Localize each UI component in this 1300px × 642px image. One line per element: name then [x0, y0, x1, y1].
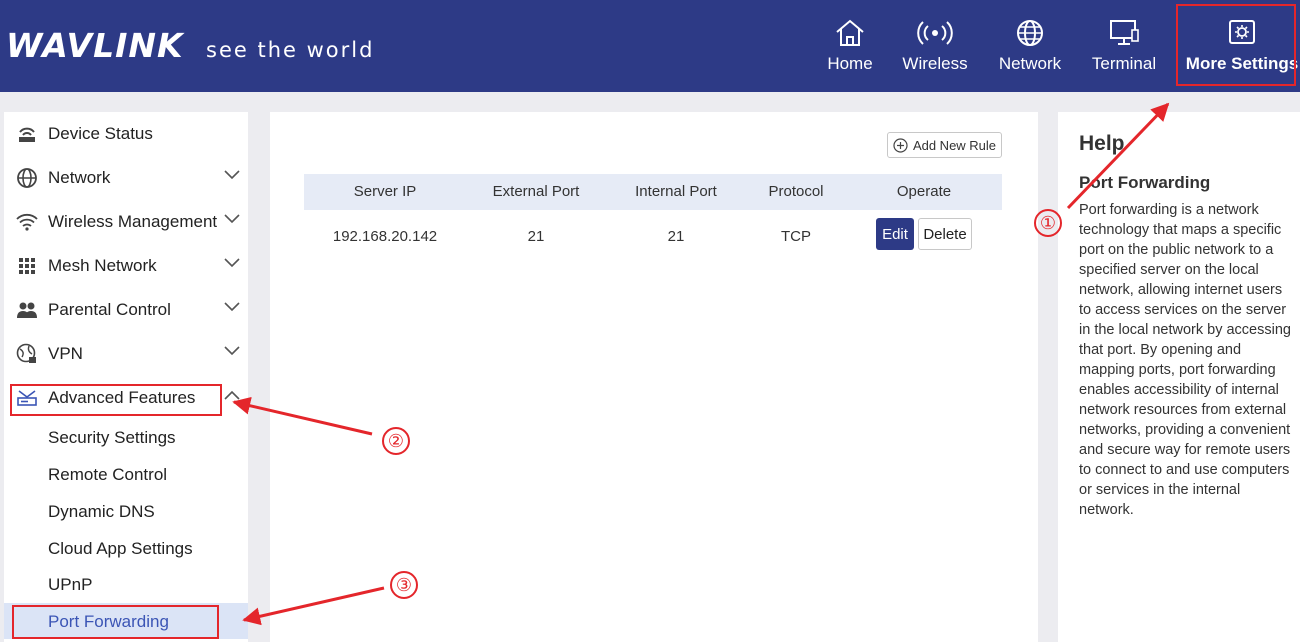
- cell-protocol: TCP: [781, 228, 811, 245]
- column-header-internal-port: Internal Port: [635, 183, 717, 200]
- chevron-down-icon: [224, 346, 240, 356]
- chevron-up-icon: [224, 390, 240, 400]
- top-header: WAVLINK see the world Home Wireless Netw…: [0, 0, 1300, 92]
- sidebar-item-label: Device Status: [48, 124, 153, 143]
- cell-external-port: 21: [527, 228, 545, 245]
- sidebar-subitem-security-settings[interactable]: Security Settings: [48, 428, 176, 448]
- annotation-step-3: ③: [390, 571, 418, 599]
- annotation-box-more-settings: [1176, 4, 1296, 86]
- annotation-box-advanced-features: [10, 384, 222, 416]
- nav-terminal-label: Terminal: [1091, 54, 1157, 73]
- sidebar-subitem-dynamic-dns[interactable]: Dynamic DNS: [48, 502, 155, 522]
- cell-server-ip: 192.168.20.142: [332, 228, 438, 245]
- help-text: Port forwarding is a network technology …: [1079, 202, 1291, 518]
- globe-icon: [1017, 20, 1043, 46]
- column-header-protocol: Protocol: [768, 183, 824, 200]
- grid-dots-icon: [16, 255, 38, 277]
- sidebar-subitem-remote-control[interactable]: Remote Control: [48, 465, 167, 485]
- nav-network[interactable]: Network: [994, 18, 1066, 74]
- delete-button[interactable]: Delete: [918, 218, 972, 250]
- wireless-icon: [917, 21, 953, 45]
- add-new-rule-button[interactable]: Add New Rule: [887, 132, 1002, 158]
- plus-circle-icon: [893, 137, 908, 153]
- edit-button[interactable]: Edit: [876, 218, 914, 250]
- sidebar-subitem-upnp[interactable]: UPnP: [48, 575, 92, 595]
- brand-logo: WAVLINK: [6, 26, 184, 65]
- column-header-external-port: External Port: [492, 183, 580, 200]
- sidebar-item-vpn[interactable]: VPN: [4, 334, 248, 374]
- add-new-rule-label: Add New Rule: [912, 137, 997, 153]
- chevron-down-icon: [224, 214, 240, 224]
- annotation-box-port-forwarding: [12, 605, 219, 639]
- sidebar-item-device-status[interactable]: Device Status: [4, 114, 248, 154]
- help-subtitle: Port Forwarding: [1079, 173, 1211, 192]
- home-icon: [836, 19, 864, 46]
- vpn-globe-icon: [16, 343, 38, 365]
- router-status-icon: [16, 123, 38, 145]
- brand-tagline: see the world: [206, 38, 375, 62]
- annotation-step-1: ①: [1034, 209, 1062, 237]
- cell-internal-port: 21: [667, 228, 685, 245]
- sidebar-item-label: VPN: [48, 344, 83, 363]
- chevron-down-icon: [224, 258, 240, 268]
- wifi-icon: [16, 211, 38, 233]
- annotation-step-2: ②: [382, 427, 410, 455]
- nav-network-label: Network: [998, 54, 1062, 73]
- sidebar-item-parental-control[interactable]: Parental Control: [4, 290, 248, 330]
- family-icon: [16, 299, 38, 321]
- sidebar-item-label: Wireless Management: [48, 212, 218, 231]
- column-header-server-ip: Server IP: [353, 183, 417, 200]
- globe-icon: [16, 167, 38, 189]
- sidebar-item-label: Mesh Network: [48, 256, 157, 275]
- nav-wireless[interactable]: Wireless: [900, 18, 970, 74]
- nav-terminal[interactable]: Terminal: [1088, 18, 1160, 74]
- sidebar-item-label: Network: [48, 168, 111, 187]
- monitor-icon: [1110, 20, 1139, 45]
- sidebar-subitem-cloud-app-settings[interactable]: Cloud App Settings: [48, 539, 193, 559]
- sidebar-item-network[interactable]: Network: [4, 158, 248, 198]
- nav-wireless-label: Wireless: [902, 54, 968, 73]
- chevron-down-icon: [224, 170, 240, 180]
- sidebar-item-label: Parental Control: [48, 300, 171, 319]
- nav-home[interactable]: Home: [822, 18, 878, 74]
- column-header-operate: Operate: [896, 183, 952, 200]
- sidebar-item-mesh-network[interactable]: Mesh Network: [4, 246, 248, 286]
- chevron-down-icon: [224, 302, 240, 312]
- nav-home-label: Home: [827, 54, 873, 73]
- sidebar-item-wireless-management[interactable]: Wireless Management: [4, 202, 248, 242]
- help-title: Help: [1079, 132, 1125, 155]
